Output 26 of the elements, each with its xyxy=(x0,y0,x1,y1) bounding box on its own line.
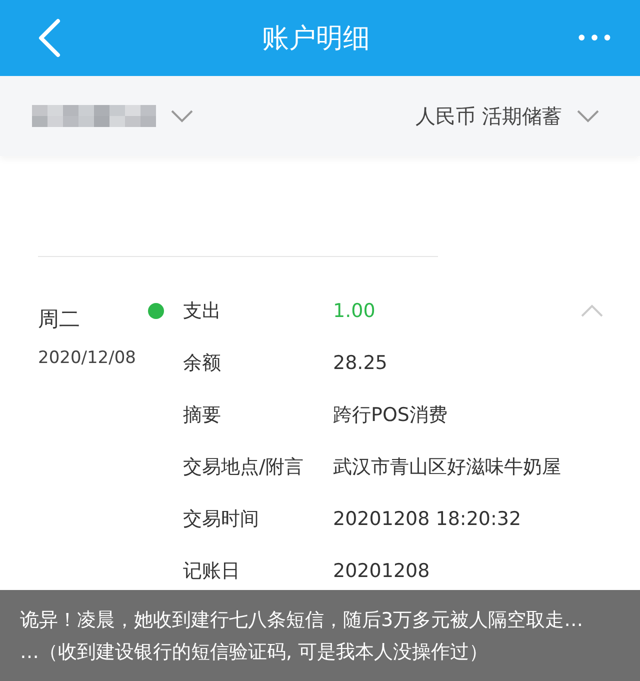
chevron-down-icon xyxy=(170,109,194,123)
field-label: 支出 xyxy=(183,299,222,324)
chevron-down-icon xyxy=(576,109,600,123)
weekday-label: 周二 xyxy=(38,306,81,333)
back-icon xyxy=(36,18,62,58)
status-dot xyxy=(148,303,164,319)
field-label: 记账日 xyxy=(183,559,241,584)
chevron-icon xyxy=(580,304,604,318)
field-label: 摘要 xyxy=(183,403,222,428)
account-selector[interactable] xyxy=(32,105,194,127)
field-label: 余额 xyxy=(183,351,222,376)
field-value: 28.25 xyxy=(333,352,388,374)
field-value: 20201208 18:20:32 xyxy=(333,508,522,530)
amount-value: 1.00 xyxy=(333,300,376,322)
currency-selector[interactable]: 人民币 活期储蓄 xyxy=(416,102,600,130)
field-label: 交易时间 xyxy=(183,507,260,532)
field-value: 武汉市青山区好滋味牛奶屋 xyxy=(333,455,561,480)
caption-text: …（收到建设银行的短信验证码, 可是我本人没操作过） xyxy=(20,640,490,664)
date-label: 2020/12/08 xyxy=(38,348,137,368)
collapse-button[interactable] xyxy=(580,304,604,318)
field-value: 跨行POS消费 xyxy=(333,403,448,428)
back-button[interactable] xyxy=(36,18,62,58)
caption-text: 诡异！凌晨，她收到建行七八条短信，随后3万多元被人隔空取走… xyxy=(20,608,584,632)
field-value: 20201208 xyxy=(333,560,430,582)
page-title: 账户明细 xyxy=(262,22,370,56)
field-label: 交易地点/附言 xyxy=(183,455,304,480)
